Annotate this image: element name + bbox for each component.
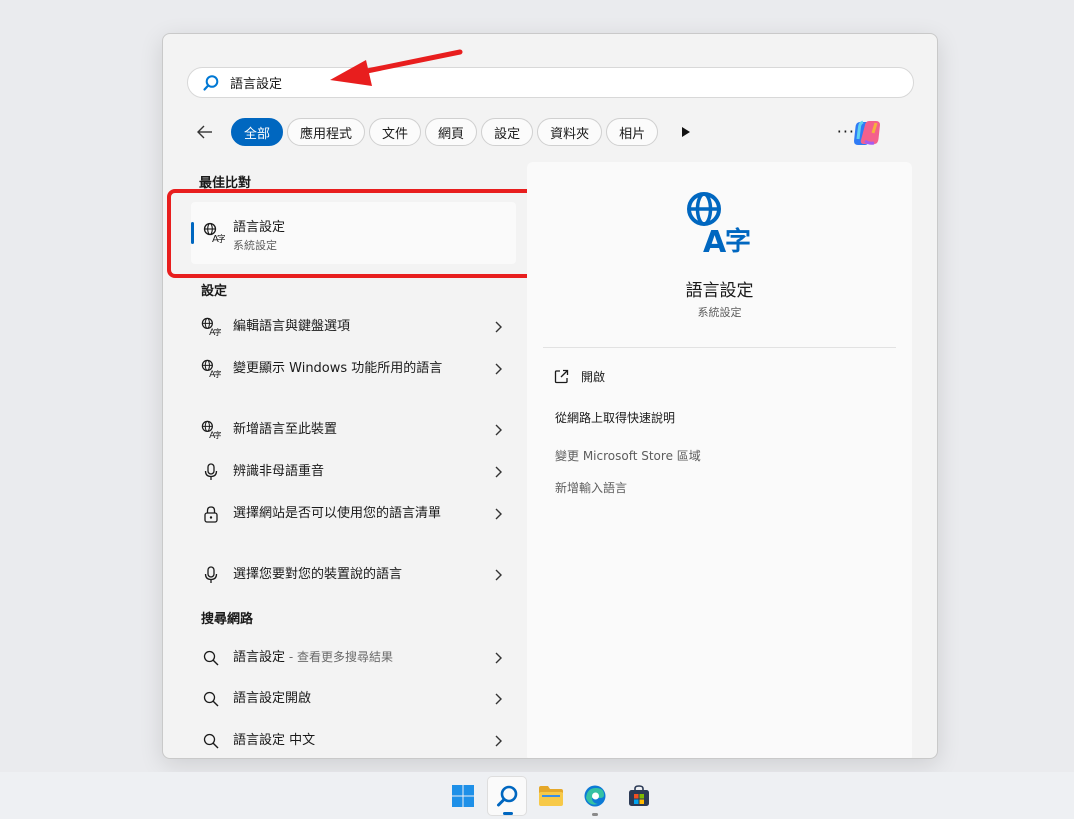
settings-item-label: 變更顯示 Windows 功能所用的語言: [233, 361, 443, 376]
best-match-title: 語言設定: [233, 220, 286, 235]
web-item[interactable]: 語言設定 中文: [199, 731, 505, 751]
settings-item[interactable]: 選擇網站是否可以使用您的語言清單: [199, 504, 505, 524]
best-match-subtitle: 系統設定: [233, 239, 277, 252]
chevron-right-icon: [491, 693, 505, 705]
play-icon: [682, 127, 691, 137]
store-bag-icon: [629, 785, 649, 806]
taskbar-search-button[interactable]: [487, 776, 527, 816]
settings-item-label: 編輯語言與鍵盤選項: [233, 319, 351, 334]
svg-text:A: A: [703, 225, 727, 256]
web-item-label: 語言設定開啟: [233, 691, 312, 706]
web-item-label: 語言設定 - 查看更多搜尋結果: [233, 650, 393, 665]
start-button[interactable]: [443, 776, 483, 816]
settings-item[interactable]: 選擇您要對您的裝置說的語言: [199, 565, 505, 585]
language-icon: A 字: [687, 192, 751, 256]
folder-icon: [539, 786, 563, 806]
tab-all[interactable]: 全部: [231, 118, 284, 146]
tab-documents[interactable]: 文件: [369, 118, 422, 146]
microsoft-store-button[interactable]: [619, 776, 659, 816]
language-icon: A字: [199, 317, 223, 337]
filter-row: 全部 應用程式 文件 網頁 設定 資料夾 相片 ···: [193, 116, 913, 148]
running-indicator: [592, 813, 598, 816]
active-indicator: [503, 812, 513, 815]
add-input-language-link[interactable]: 新增輸入語言: [555, 479, 627, 496]
windows-logo-icon: [452, 785, 474, 807]
chevron-right-icon: [491, 363, 505, 375]
tab-settings[interactable]: 設定: [481, 118, 534, 146]
language-icon: A字: [199, 420, 223, 440]
settings-item[interactable]: 辨識非母語重音: [199, 462, 505, 482]
chevron-right-icon: [491, 569, 505, 581]
arrow-left-icon: [197, 125, 212, 139]
edge-icon: [584, 785, 606, 807]
chevron-right-icon: [491, 735, 505, 747]
tab-photos[interactable]: 相片: [606, 118, 659, 146]
search-input[interactable]: [230, 75, 830, 90]
language-icon: A字: [199, 359, 223, 379]
search-icon: [497, 785, 518, 807]
section-settings: 設定: [201, 284, 228, 299]
settings-item-label: 新增語言至此裝置: [233, 422, 338, 437]
microphone-icon: [199, 566, 223, 584]
search-icon: [199, 650, 223, 666]
settings-item-label: 選擇您要對您的裝置說的語言: [233, 567, 403, 582]
tab-web[interactable]: 網頁: [425, 118, 478, 146]
preview-pane: A 字 語言設定 系統設定 開啟 從網路上取得快速說明 變更 Microsoft…: [527, 162, 912, 758]
edge-browser-button[interactable]: [575, 776, 615, 816]
chevron-right-icon: [491, 424, 505, 436]
taskbar: [0, 772, 1074, 819]
open-external-icon: [554, 369, 569, 384]
chevron-right-icon: [491, 652, 505, 664]
settings-item-label: 選擇網站是否可以使用您的語言清單: [233, 506, 442, 521]
back-button[interactable]: [193, 120, 217, 144]
settings-item[interactable]: A字 新增語言至此裝置: [199, 420, 505, 440]
settings-item-label: 辨識非母語重音: [233, 464, 325, 479]
lock-icon: [199, 505, 223, 523]
svg-text:字: 字: [214, 327, 221, 337]
tab-apps[interactable]: 應用程式: [287, 118, 366, 146]
section-web: 搜尋網路: [201, 612, 254, 627]
search-icon: [199, 691, 223, 707]
best-match-card[interactable]: A 字 語言設定 系統設定: [191, 202, 516, 264]
svg-text:字: 字: [214, 430, 221, 440]
search-bar[interactable]: [187, 67, 914, 98]
search-panel: 全部 應用程式 文件 網頁 設定 資料夾 相片 ··· 最佳比對 A: [162, 33, 938, 759]
results-list: 最佳比對 A 字 語言設定 系統設定 設定 A字 編輯語言與鍵盤選項 A: [163, 162, 543, 758]
chevron-right-icon: [491, 508, 505, 520]
tab-folders[interactable]: 資料夾: [537, 118, 603, 146]
more-filters-button[interactable]: [676, 122, 696, 142]
chevron-right-icon: [491, 321, 505, 333]
search-icon: [199, 733, 223, 749]
settings-item[interactable]: A字 變更顯示 Windows 功能所用的語言: [199, 359, 505, 379]
open-action[interactable]: 開啟: [554, 368, 605, 385]
svg-text:字: 字: [725, 226, 751, 256]
file-explorer-button[interactable]: [531, 776, 571, 816]
microphone-icon: [199, 463, 223, 481]
selection-indicator: [191, 222, 194, 244]
web-item[interactable]: 語言設定 - 查看更多搜尋結果: [199, 647, 505, 668]
web-item-suffix: - 查看更多搜尋結果: [285, 650, 393, 664]
chevron-right-icon: [491, 466, 505, 478]
web-item-label: 語言設定 中文: [233, 733, 316, 748]
copilot-icon[interactable]: [851, 117, 883, 149]
divider: [543, 347, 896, 348]
help-link[interactable]: 從網路上取得快速說明: [555, 409, 675, 426]
settings-item[interactable]: A字 編輯語言與鍵盤選項: [199, 317, 505, 337]
preview-subtitle: 系統設定: [697, 306, 742, 319]
store-region-link[interactable]: 變更 Microsoft Store 區域: [555, 447, 701, 464]
open-label: 開啟: [581, 370, 606, 384]
language-icon: A 字: [203, 222, 225, 244]
search-icon: [203, 74, 219, 91]
preview-title: 語言設定: [685, 281, 754, 301]
section-best-match: 最佳比對: [199, 176, 252, 191]
svg-text:字: 字: [214, 369, 221, 379]
web-item[interactable]: 語言設定開啟: [199, 689, 505, 709]
svg-text:字: 字: [217, 233, 225, 244]
